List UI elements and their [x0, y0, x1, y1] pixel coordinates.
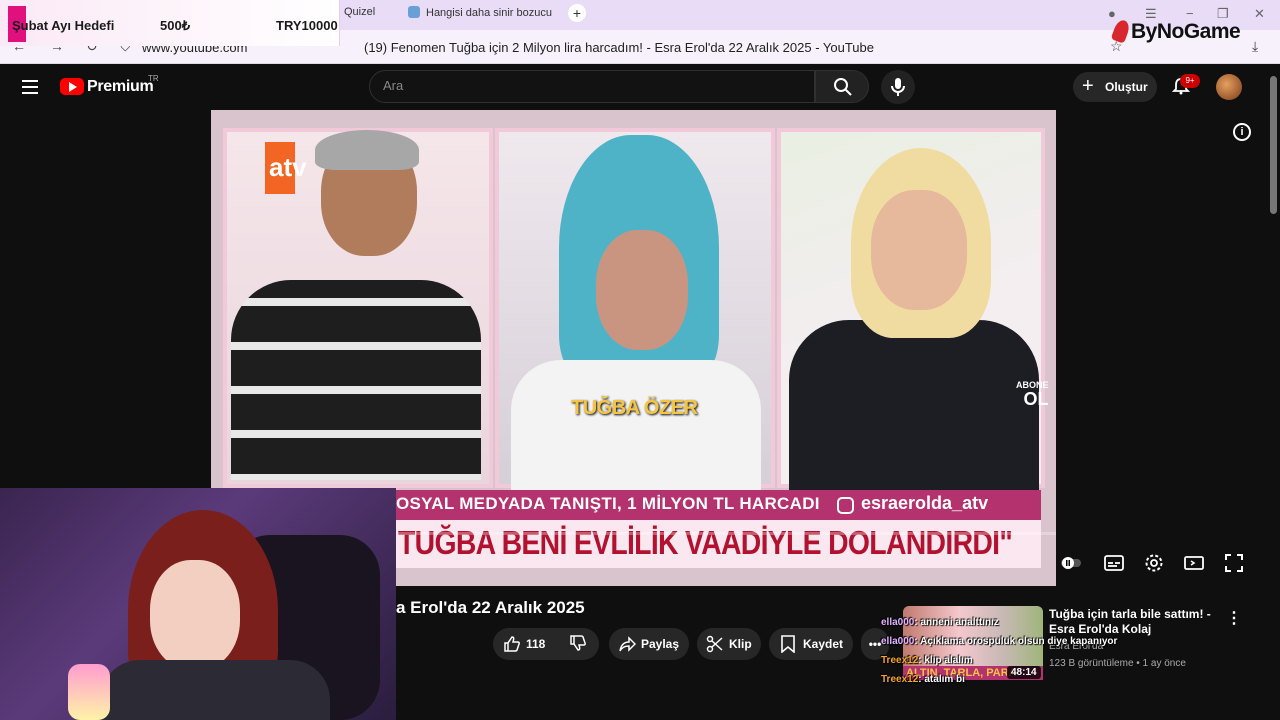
share-button[interactable]: Paylaş	[609, 628, 689, 660]
video-duration-badge: 48:14	[1007, 666, 1041, 679]
donation-goal: TRY10000	[276, 18, 338, 33]
thumbs-down-icon[interactable]	[569, 634, 587, 652]
chat-message: ella000: Açıklama orospuluk olsun diye k…	[881, 636, 1117, 647]
tab-quizel[interactable]: Quizel	[344, 6, 375, 18]
page-title: (19) Fenomen Tuğba için 2 Milyon lira ha…	[364, 40, 874, 55]
atv-logo-text: atv	[269, 152, 307, 182]
youtube-logo-text[interactable]: Premium	[87, 78, 154, 96]
chat-username: Treex12	[881, 655, 919, 666]
instagram-handle: esraerolda_atv	[861, 493, 989, 513]
chat-message: ella000: anneni analttınız	[881, 617, 999, 628]
photo-woman-face	[596, 230, 688, 350]
tab-hangisi[interactable]: Hangisi daha sinir bozucu	[408, 6, 552, 19]
search-input[interactable]: Ara	[383, 78, 403, 93]
voice-search-button[interactable]	[881, 70, 915, 104]
bynogame-text: ByNoGame	[1131, 20, 1241, 43]
country-code: TR	[148, 74, 159, 83]
donation-label: Şubat Ayı Hedefi	[12, 18, 115, 33]
search-box[interactable]	[369, 70, 815, 103]
user-avatar[interactable]	[1216, 74, 1242, 100]
chat-message: Treex12: klip alalım	[881, 655, 973, 666]
subscribe-watermark[interactable]: ABONE OL	[1016, 380, 1049, 408]
profile-icon[interactable]: ●	[1108, 6, 1116, 21]
chat-username: Treex12	[881, 674, 919, 685]
lower-third-headline-main: TUĞBA BENİ EVLİLİK VAADİYLE DOLANDIRDI"	[398, 524, 1013, 561]
autoplay-toggle-icon[interactable]	[1060, 552, 1082, 574]
clip-button[interactable]: Klip	[697, 628, 761, 660]
menu-icon[interactable]	[22, 80, 38, 94]
notification-count-badge: 9+	[1180, 74, 1200, 88]
lower-third-headline-top: OSYAL MEDYADA TANIŞTI, 1 MİLYON TL HARCA…	[396, 494, 820, 513]
webcam-streamer-body	[100, 660, 330, 720]
host-face	[871, 190, 967, 310]
chat-text: atalım bi	[924, 674, 965, 685]
close-window-icon[interactable]: ✕	[1254, 6, 1265, 22]
save-label: Kaydet	[803, 637, 844, 651]
clip-label: Klip	[729, 637, 752, 651]
chat-text: klip alalım	[924, 655, 973, 666]
recommended-video-title[interactable]: Tuğba için tarla bile sattım! - Esra Ero…	[1049, 607, 1219, 637]
save-button[interactable]: Kaydet	[769, 628, 853, 660]
name-caption: TUĞBA ÖZER	[571, 397, 698, 419]
thumbs-up-icon	[504, 636, 520, 652]
chat-text: anneni analttınız	[920, 617, 999, 628]
plus-icon: +	[1082, 75, 1094, 97]
tab-favicon-icon	[408, 6, 420, 18]
share-icon	[619, 636, 637, 652]
guest-man-figure	[231, 280, 481, 480]
youtube-logo-icon[interactable]	[60, 78, 84, 95]
donation-current: 500₺	[160, 18, 190, 33]
guest-man-hair	[315, 130, 419, 170]
chat-text: Açıklama orospuluk olsun diye kapanıyor	[920, 636, 1118, 647]
scissors-icon	[706, 635, 723, 653]
bynogame-logo: ByNoGame	[1110, 18, 1241, 44]
host-figure	[789, 320, 1039, 490]
share-label: Paylaş	[641, 637, 680, 651]
bynogame-mark-icon	[1110, 18, 1132, 44]
video-title: a Erol'da 22 Aralık 2025	[396, 598, 585, 617]
subtitles-icon[interactable]	[1103, 552, 1125, 574]
search-icon	[834, 78, 852, 96]
like-count: 118	[526, 637, 546, 651]
fullscreen-icon[interactable]	[1223, 552, 1245, 574]
more-dots-icon: •••	[868, 637, 882, 651]
webcam-streamer-face	[150, 560, 240, 670]
chat-username: ella000	[881, 636, 915, 647]
search-button[interactable]	[815, 70, 869, 103]
recommended-video-meta: 123 B görüntüleme • 1 ay önce	[1049, 658, 1186, 669]
theater-mode-icon[interactable]	[1183, 552, 1205, 574]
chat-message: Treex12: atalım bi	[881, 674, 965, 685]
create-label: Oluştur	[1105, 80, 1148, 94]
video-info-icon[interactable]: i	[1233, 123, 1251, 141]
chat-username: ella000	[881, 617, 915, 628]
bookmark-save-icon	[781, 635, 795, 653]
download-icon[interactable]: ⤓	[1252, 38, 1258, 55]
new-tab-plus-icon[interactable]: +	[568, 4, 586, 22]
instagram-icon	[837, 497, 854, 514]
recommended-more-icon[interactable]: ⋮	[1226, 608, 1242, 628]
subscribe-watermark-bottom: OL	[1023, 389, 1049, 409]
photo-woman-figure	[511, 360, 761, 490]
scrollbar-thumb[interactable]	[1270, 76, 1277, 214]
microphone-icon	[891, 78, 905, 96]
webcam-microphone	[68, 664, 110, 720]
settings-gear-icon[interactable]	[1143, 552, 1165, 574]
minimize-icon[interactable]: −	[1186, 6, 1194, 21]
tab-label: Hangisi daha sinir bozucu	[426, 7, 552, 19]
